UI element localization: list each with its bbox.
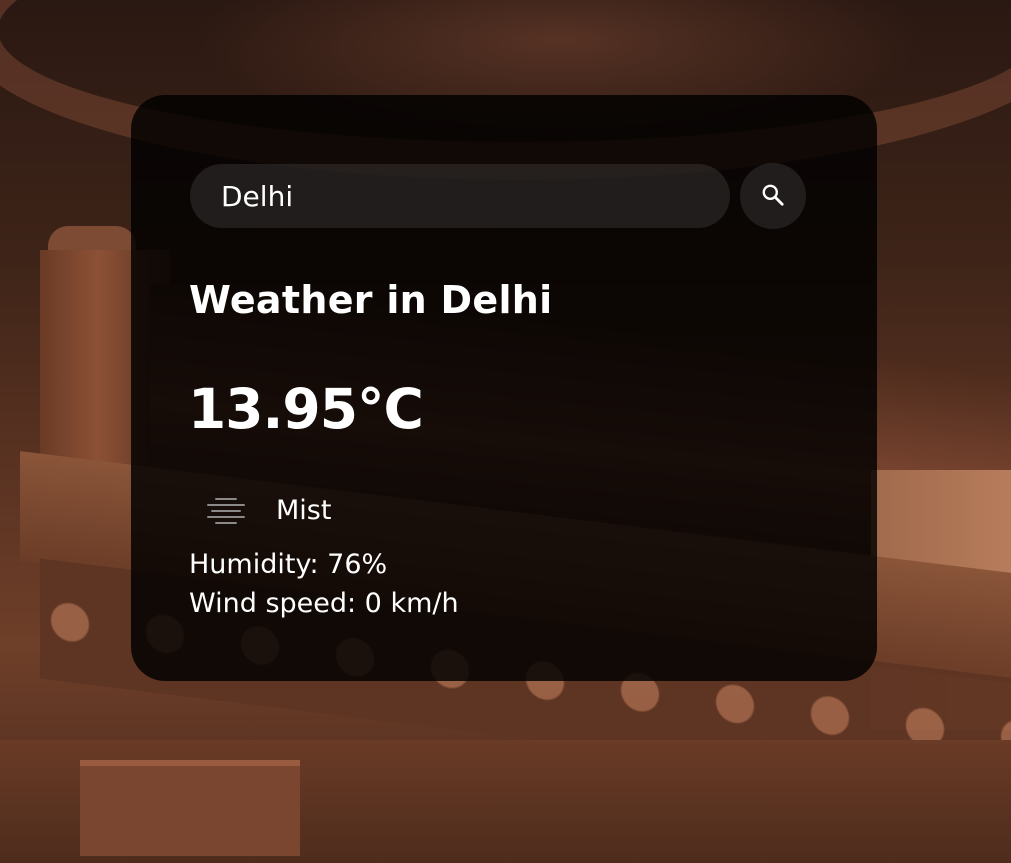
- search-bar: [190, 163, 806, 229]
- city-title: Weather in Delhi: [189, 278, 553, 322]
- temperature: 13.95°C: [188, 377, 424, 441]
- search-input[interactable]: [190, 164, 730, 228]
- search-icon: [760, 182, 786, 211]
- weather-description-row: Mist: [201, 488, 331, 532]
- search-button[interactable]: [740, 163, 806, 229]
- background-lower-block: [80, 760, 300, 856]
- mist-icon: [201, 488, 251, 532]
- weather-description: Mist: [276, 494, 332, 526]
- weather-card: Weather in Delhi 13.95°C Mist Humidity: …: [131, 95, 877, 681]
- wind-speed: Wind speed: 0 km/h: [189, 588, 459, 619]
- humidity: Humidity: 76%: [189, 549, 388, 580]
